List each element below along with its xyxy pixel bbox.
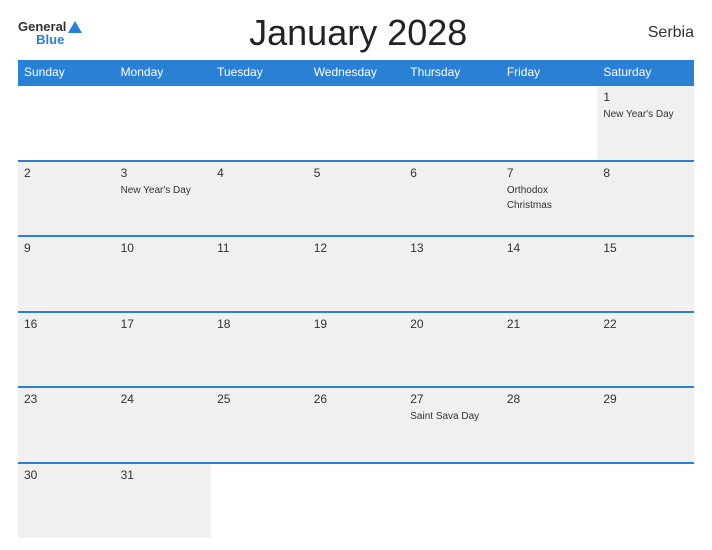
logo: General Blue <box>18 20 82 46</box>
table-row <box>308 85 405 161</box>
day-number: 26 <box>314 392 399 406</box>
table-row: 22 <box>597 312 694 388</box>
logo-blue-text: Blue <box>36 33 64 46</box>
day-number: 2 <box>24 166 109 180</box>
day-number: 16 <box>24 317 109 331</box>
table-row: 19 <box>308 312 405 388</box>
calendar-header-row: Sunday Monday Tuesday Wednesday Thursday… <box>18 60 694 85</box>
day-number: 18 <box>217 317 302 331</box>
calendar-week-row: 23 24 25 26 27 Saint Sava Day 28 29 <box>18 387 694 463</box>
table-row: 10 <box>115 236 212 312</box>
table-row: 12 <box>308 236 405 312</box>
table-row <box>211 463 308 539</box>
table-row: 31 <box>115 463 212 539</box>
table-row: 25 <box>211 387 308 463</box>
table-row: 16 <box>18 312 115 388</box>
calendar-week-row: 30 31 <box>18 463 694 539</box>
day-number: 13 <box>410 241 495 255</box>
day-number: 15 <box>603 241 688 255</box>
table-row <box>18 85 115 161</box>
col-tuesday: Tuesday <box>211 60 308 85</box>
logo-triangle-icon <box>68 21 82 33</box>
table-row: 28 <box>501 387 598 463</box>
day-number: 14 <box>507 241 592 255</box>
table-row <box>501 85 598 161</box>
day-number: 10 <box>121 241 206 255</box>
table-row: 14 <box>501 236 598 312</box>
day-number: 21 <box>507 317 592 331</box>
table-row: 1 New Year's Day <box>597 85 694 161</box>
table-row: 2 <box>18 161 115 237</box>
day-number: 25 <box>217 392 302 406</box>
day-number: 17 <box>121 317 206 331</box>
day-number: 11 <box>217 241 302 255</box>
day-number: 6 <box>410 166 495 180</box>
day-number: 28 <box>507 392 592 406</box>
table-row <box>211 85 308 161</box>
calendar-week-row: 16 17 18 19 20 21 22 <box>18 312 694 388</box>
day-number: 1 <box>603 90 688 104</box>
table-row: 29 <box>597 387 694 463</box>
table-row: 30 <box>18 463 115 539</box>
col-friday: Friday <box>501 60 598 85</box>
table-row <box>597 463 694 539</box>
day-number: 12 <box>314 241 399 255</box>
header: General Blue January 2028 Serbia <box>18 12 694 54</box>
table-row <box>501 463 598 539</box>
table-row: 21 <box>501 312 598 388</box>
table-row: 8 <box>597 161 694 237</box>
col-wednesday: Wednesday <box>308 60 405 85</box>
day-number: 27 <box>410 392 495 406</box>
calendar-week-row: 23 New Year's Day 4567 Orthodox Christmas 8 <box>18 161 694 237</box>
day-number: 9 <box>24 241 109 255</box>
table-row: 11 <box>211 236 308 312</box>
table-row <box>115 85 212 161</box>
day-number: 20 <box>410 317 495 331</box>
table-row: 20 <box>404 312 501 388</box>
table-row: 6 <box>404 161 501 237</box>
table-row: 18 <box>211 312 308 388</box>
day-number: 29 <box>603 392 688 406</box>
table-row: 15 <box>597 236 694 312</box>
table-row: 3 New Year's Day <box>115 161 212 237</box>
day-number: 24 <box>121 392 206 406</box>
day-event: Orthodox Christmas <box>507 185 552 211</box>
day-number: 4 <box>217 166 302 180</box>
country-label: Serbia <box>634 24 694 42</box>
col-monday: Monday <box>115 60 212 85</box>
day-number: 30 <box>24 468 109 482</box>
day-number: 8 <box>603 166 688 180</box>
table-row: 23 <box>18 387 115 463</box>
day-number: 23 <box>24 392 109 406</box>
day-number: 3 <box>121 166 206 180</box>
table-row <box>308 463 405 539</box>
table-row: 7 Orthodox Christmas <box>501 161 598 237</box>
table-row <box>404 85 501 161</box>
page-title: January 2028 <box>82 12 634 54</box>
day-event: New Year's Day <box>121 185 191 196</box>
day-number: 22 <box>603 317 688 331</box>
table-row: 13 <box>404 236 501 312</box>
day-event: New Year's Day <box>603 109 673 120</box>
day-event: Saint Sava Day <box>410 411 479 422</box>
table-row: 4 <box>211 161 308 237</box>
table-row: 27 Saint Sava Day <box>404 387 501 463</box>
page: General Blue January 2028 Serbia Sunday … <box>0 0 712 550</box>
col-thursday: Thursday <box>404 60 501 85</box>
table-row: 5 <box>308 161 405 237</box>
table-row: 9 <box>18 236 115 312</box>
day-number: 19 <box>314 317 399 331</box>
table-row <box>404 463 501 539</box>
day-number: 7 <box>507 166 592 180</box>
table-row: 17 <box>115 312 212 388</box>
col-saturday: Saturday <box>597 60 694 85</box>
col-sunday: Sunday <box>18 60 115 85</box>
table-row: 26 <box>308 387 405 463</box>
calendar-week-row: 1 New Year's Day <box>18 85 694 161</box>
day-number: 5 <box>314 166 399 180</box>
day-number: 31 <box>121 468 206 482</box>
table-row: 24 <box>115 387 212 463</box>
calendar-week-row: 9 10 11 12 13 14 15 <box>18 236 694 312</box>
calendar: Sunday Monday Tuesday Wednesday Thursday… <box>18 60 694 538</box>
